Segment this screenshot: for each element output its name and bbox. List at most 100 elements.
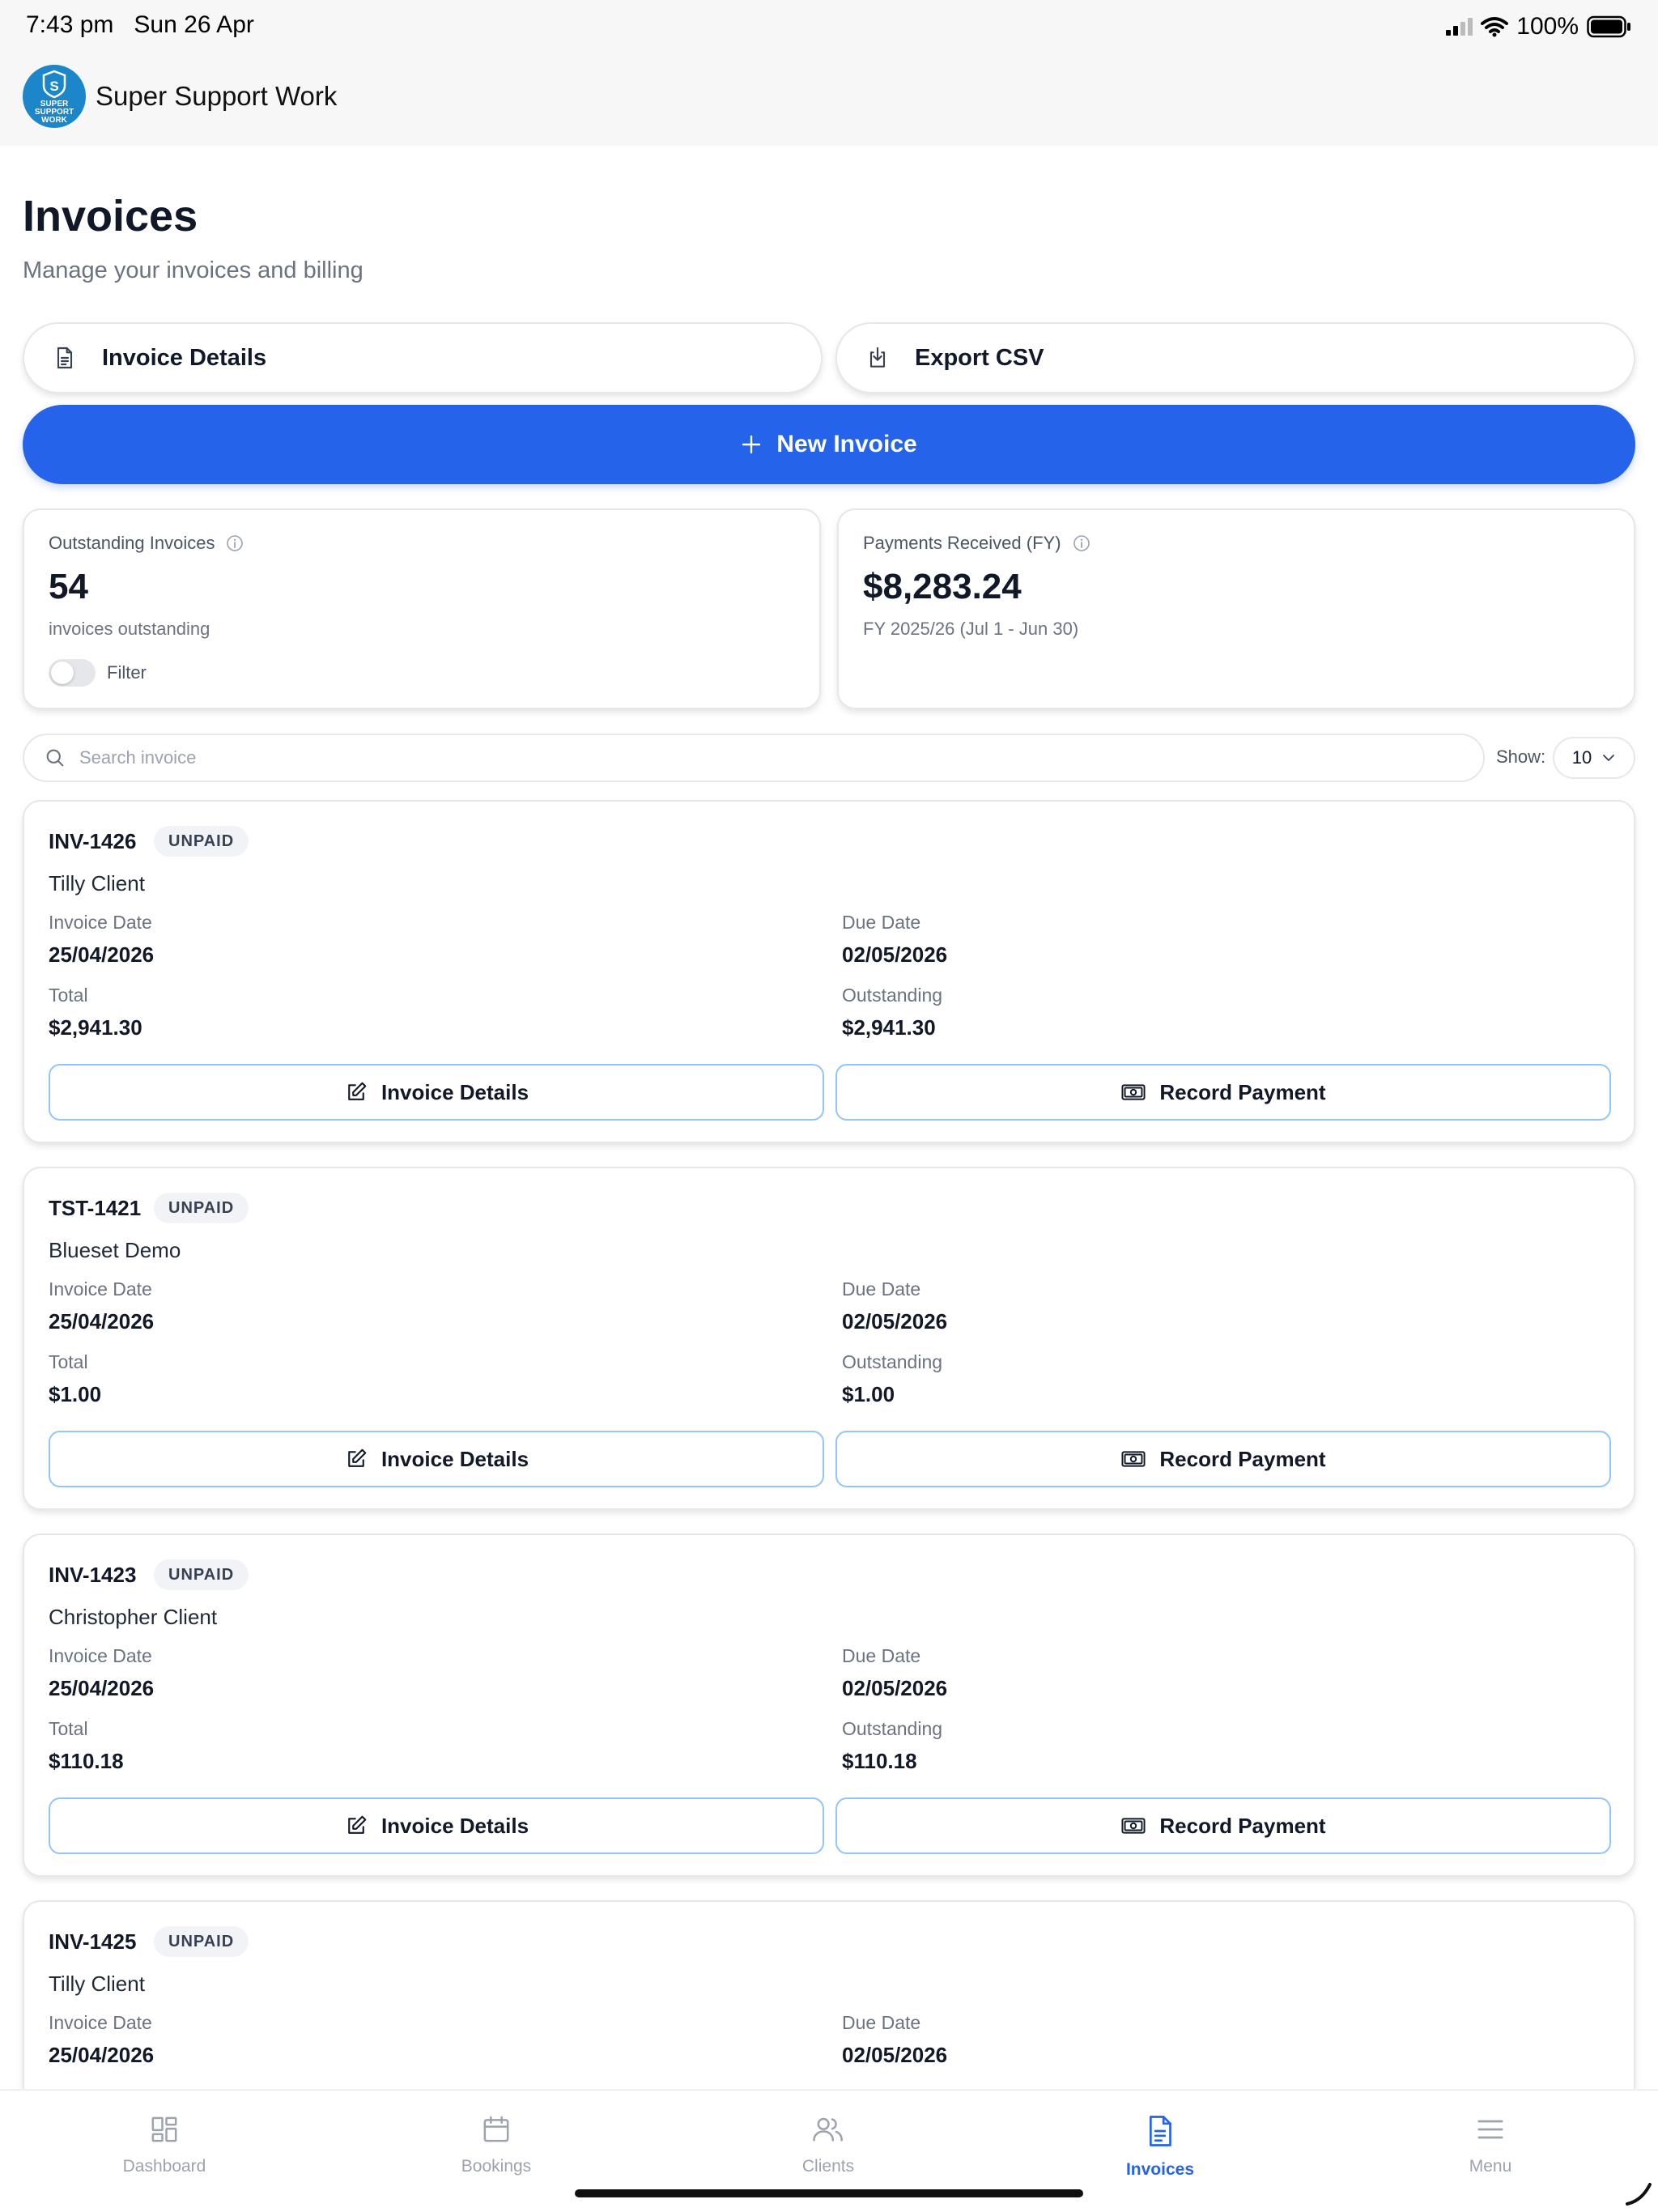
battery-icon: [1587, 15, 1632, 38]
due-date-label: Due Date: [842, 1278, 921, 1300]
record-payment-button[interactable]: Record Payment: [835, 1064, 1611, 1121]
cash-icon: [1120, 1814, 1146, 1838]
signal-icon: [1445, 17, 1473, 36]
page-title: Invoices: [23, 192, 198, 240]
due-date-label: Due Date: [842, 2012, 921, 2033]
users-icon: [810, 2113, 846, 2146]
invoice-date-label: Invoice Date: [49, 1278, 152, 1300]
record-payment-button[interactable]: Record Payment: [835, 1431, 1611, 1487]
invoice-date-label: Invoice Date: [49, 1645, 152, 1666]
outstanding-invoices-count: 54: [49, 567, 88, 606]
total-value: $1.00: [49, 1382, 102, 1406]
payments-received-amount: $8,283.24: [863, 567, 1022, 606]
invoice-details-label: Invoice Details: [102, 344, 267, 371]
status-badge: UNPAID: [154, 826, 249, 857]
outstanding-invoices-label: Outstanding Invoices: [49, 533, 215, 553]
invoice-card: INV-1426 UNPAID Tilly Client Invoice Dat…: [23, 800, 1635, 1143]
invoice-number[interactable]: INV-1423: [49, 1563, 136, 1588]
svg-text:WORK: WORK: [41, 116, 67, 125]
svg-text:S: S: [49, 79, 58, 94]
app-header: S SUPER SUPPORT WORK Super Support Work: [0, 52, 1658, 146]
page-subtitle: Manage your invoices and billing: [23, 257, 363, 283]
show-label: Show:: [1496, 747, 1546, 767]
search-icon: [44, 747, 66, 769]
new-invoice-label: New Invoice: [776, 431, 917, 457]
outstanding-label: Outstanding: [842, 985, 943, 1006]
tab-menu-label: Menu: [1469, 2157, 1512, 2176]
total-label: Total: [49, 1351, 88, 1372]
due-date-label: Due Date: [842, 1645, 921, 1666]
home-indicator[interactable]: [575, 2189, 1083, 2197]
pencil-indicator-icon: [1624, 2178, 1653, 2207]
due-date-value: 02/05/2026: [842, 2043, 948, 2067]
export-csv-button[interactable]: Export CSV: [835, 322, 1635, 393]
record-payment-label: Record Payment: [1159, 1813, 1326, 1838]
tab-invoices[interactable]: Invoices: [1071, 2113, 1249, 2180]
document-icon: [1144, 2113, 1176, 2149]
search-bar: [23, 734, 1485, 782]
client-name: Blueset Demo: [49, 1238, 181, 1262]
filter-toggle[interactable]: [49, 659, 96, 687]
invoice-details-button[interactable]: Invoice Details: [49, 1431, 824, 1487]
app-title: Super Support Work: [96, 81, 338, 111]
download-icon: [865, 345, 891, 371]
outstanding-value: $2,941.30: [842, 1015, 936, 1040]
invoice-details-button[interactable]: Invoice Details: [49, 1797, 824, 1854]
status-badge: UNPAID: [154, 1193, 249, 1223]
invoice-date-label: Invoice Date: [49, 2012, 152, 2033]
calendar-icon: [480, 2113, 512, 2146]
tab-invoices-label: Invoices: [1125, 2160, 1195, 2179]
invoice-card: INV-1423 UNPAID Christopher Client Invoi…: [23, 1534, 1635, 1877]
plus-icon: [741, 434, 762, 455]
app-logo[interactable]: S SUPER SUPPORT WORK: [23, 65, 86, 128]
filter-toggle-row: Filter: [49, 659, 147, 687]
status-badge: UNPAID: [154, 1926, 249, 1957]
status-time: 7:43 pm Sun 26 Apr: [26, 11, 254, 39]
invoice-number[interactable]: INV-1426: [49, 829, 136, 854]
invoice-date-value: 25/04/2026: [49, 1309, 155, 1334]
due-date-label: Due Date: [842, 912, 921, 933]
shield-s-icon: S SUPER SUPPORT WORK: [35, 70, 74, 125]
dashboard-icon: [148, 2113, 181, 2146]
outstanding-label: Outstanding: [842, 1351, 943, 1372]
due-date-value: 02/05/2026: [842, 1309, 948, 1334]
outstanding-invoices-label-row: Outstanding Invoices: [49, 533, 244, 554]
total-value: $2,941.30: [49, 1015, 142, 1040]
edit-icon: [344, 1080, 368, 1104]
tab-bookings[interactable]: Bookings: [407, 2113, 585, 2176]
info-icon[interactable]: [226, 534, 244, 552]
invoice-date-value: 25/04/2026: [49, 1676, 155, 1700]
page-size-select[interactable]: 10: [1553, 737, 1635, 779]
info-icon[interactable]: [1073, 534, 1090, 552]
outstanding-value: $110.18: [842, 1749, 917, 1773]
invoice-card: TST-1421 UNPAID Blueset Demo Invoice Dat…: [23, 1167, 1635, 1510]
tab-dashboard[interactable]: Dashboard: [75, 2113, 253, 2176]
payments-received-card: Payments Received (FY) $8,283.24 FY 2025…: [837, 508, 1635, 709]
status-bar: 7:43 pm Sun 26 Apr 100%: [0, 0, 1658, 52]
tab-dashboard-label: Dashboard: [122, 2157, 206, 2176]
search-input[interactable]: [79, 747, 1375, 768]
battery-percent: 100%: [1516, 13, 1579, 40]
filter-toggle-label: Filter: [107, 662, 147, 683]
edit-icon: [344, 1814, 368, 1838]
due-date-value: 02/05/2026: [842, 942, 948, 967]
record-payment-button[interactable]: Record Payment: [835, 1797, 1611, 1854]
outstanding-label: Outstanding: [842, 1718, 943, 1739]
invoice-number[interactable]: INV-1425: [49, 1929, 136, 1955]
invoice-details-button[interactable]: Invoice Details: [49, 1064, 824, 1121]
page-size-value: 10: [1571, 747, 1592, 768]
invoice-number[interactable]: TST-1421: [49, 1196, 141, 1221]
new-invoice-button[interactable]: New Invoice: [23, 405, 1635, 484]
total-label: Total: [49, 985, 88, 1006]
invoice-date-value: 25/04/2026: [49, 2043, 155, 2067]
outstanding-value: $1.00: [842, 1382, 895, 1406]
client-name: Tilly Client: [49, 1972, 145, 1996]
status-indicators: 100%: [1445, 13, 1632, 40]
invoice-details-button[interactable]: Invoice Details: [23, 322, 823, 393]
invoice-date-value: 25/04/2026: [49, 942, 155, 967]
tab-clients-label: Clients: [801, 2157, 855, 2176]
client-name: Christopher Client: [49, 1605, 218, 1629]
tab-menu[interactable]: Menu: [1401, 2113, 1579, 2176]
invoice-date-label: Invoice Date: [49, 912, 152, 933]
tab-clients[interactable]: Clients: [739, 2113, 917, 2176]
